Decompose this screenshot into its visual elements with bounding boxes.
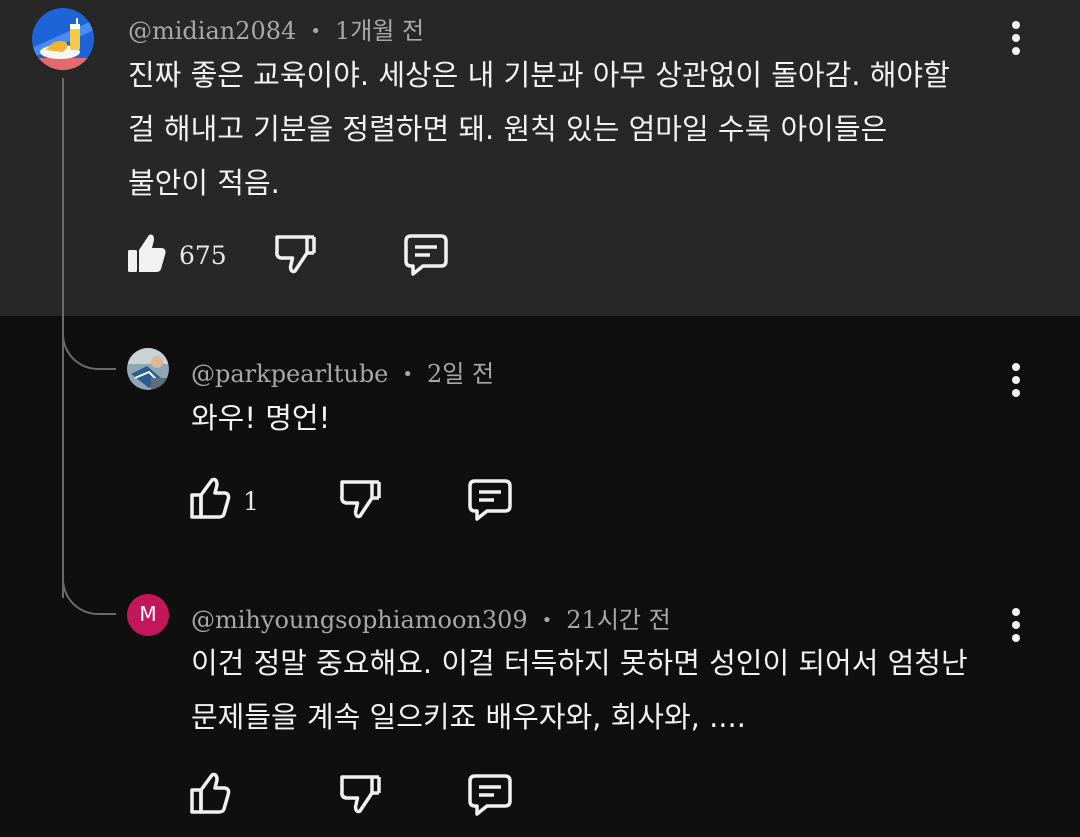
- like-button[interactable]: [190, 772, 232, 818]
- more-options-icon[interactable]: [1011, 363, 1021, 403]
- dislike-button[interactable]: [338, 773, 382, 819]
- separator-dot: •: [541, 610, 553, 631]
- comment-line: 걸 해내고 기분을 정렬하면 돼. 원칙 있는 엄마일 수록 아이들은: [128, 112, 888, 146]
- reply-comment-icon: [468, 774, 512, 816]
- comment-author[interactable]: @parkpearltube: [191, 360, 388, 388]
- avatar-letter: M: [139, 602, 157, 626]
- reply-connector: [62, 330, 116, 370]
- comment-line: 와우! 명언!: [191, 401, 331, 435]
- separator-dot: •: [310, 21, 321, 42]
- comment-time[interactable]: 21시간 전: [566, 606, 670, 634]
- thumbs-down-icon: [340, 480, 381, 519]
- like-button[interactable]: [127, 232, 167, 278]
- dislike-button[interactable]: [273, 233, 317, 279]
- reply-comment-icon: [468, 479, 512, 521]
- reply-button[interactable]: [467, 773, 513, 821]
- comment-line: 문제들을 계속 일으키죠 배우자와, 회사와, ....: [191, 700, 746, 734]
- more-options-icon[interactable]: [1011, 608, 1021, 648]
- comment-meta: @mihyoungsophiamoon309 • 21시간 전: [191, 600, 671, 635]
- avatar-image: [127, 348, 169, 390]
- more-options-icon[interactable]: [1011, 21, 1021, 61]
- reply-button[interactable]: [403, 233, 449, 281]
- comment-line: 이건 정말 중요해요. 이걸 터득하지 못하면 성인이 되어서 엄청난: [191, 646, 968, 680]
- comment-time[interactable]: 2일 전: [427, 360, 494, 388]
- separator-dot: •: [402, 364, 414, 385]
- comment-author[interactable]: @midian2084: [128, 17, 296, 45]
- thumbs-up-icon: [190, 477, 231, 519]
- thumbs-down-icon: [340, 775, 381, 814]
- comment-line: 불안이 적음.: [128, 166, 280, 200]
- dislike-button[interactable]: [338, 478, 382, 524]
- reply-button[interactable]: [467, 478, 513, 526]
- comment-time[interactable]: 1개월 전: [335, 17, 424, 45]
- comment-text: 진짜 좋은 교육이야. 세상은 내 기분과 아무 상관없이 돌아감. 해야할 걸…: [128, 48, 950, 210]
- like-count: 675: [179, 241, 227, 270]
- thumbs-down-icon: [275, 235, 316, 274]
- avatar[interactable]: [32, 8, 94, 70]
- avatar[interactable]: M: [127, 594, 169, 636]
- like-button[interactable]: [190, 477, 232, 523]
- like-count: 1: [243, 487, 259, 516]
- comment-meta: @midian2084 • 1개월 전: [128, 11, 424, 46]
- avatar[interactable]: [127, 348, 169, 390]
- thumbs-up-icon: [190, 772, 231, 814]
- avatar-image: [32, 8, 94, 70]
- comment-meta: @parkpearltube • 2일 전: [191, 354, 494, 389]
- comment-author[interactable]: @mihyoungsophiamoon309: [191, 606, 528, 634]
- thumbs-up-filled-icon: [128, 234, 166, 272]
- comment-text: 이건 정말 중요해요. 이걸 터득하지 못하면 성인이 되어서 엄청난 문제들을…: [191, 636, 968, 744]
- reply-comment-icon: [404, 234, 448, 276]
- reply-connector: [62, 575, 116, 615]
- comment-text: 와우! 명언!: [191, 391, 330, 445]
- comment-line: 진짜 좋은 교육이야. 세상은 내 기분과 아무 상관없이 돌아감. 해야할: [128, 58, 950, 92]
